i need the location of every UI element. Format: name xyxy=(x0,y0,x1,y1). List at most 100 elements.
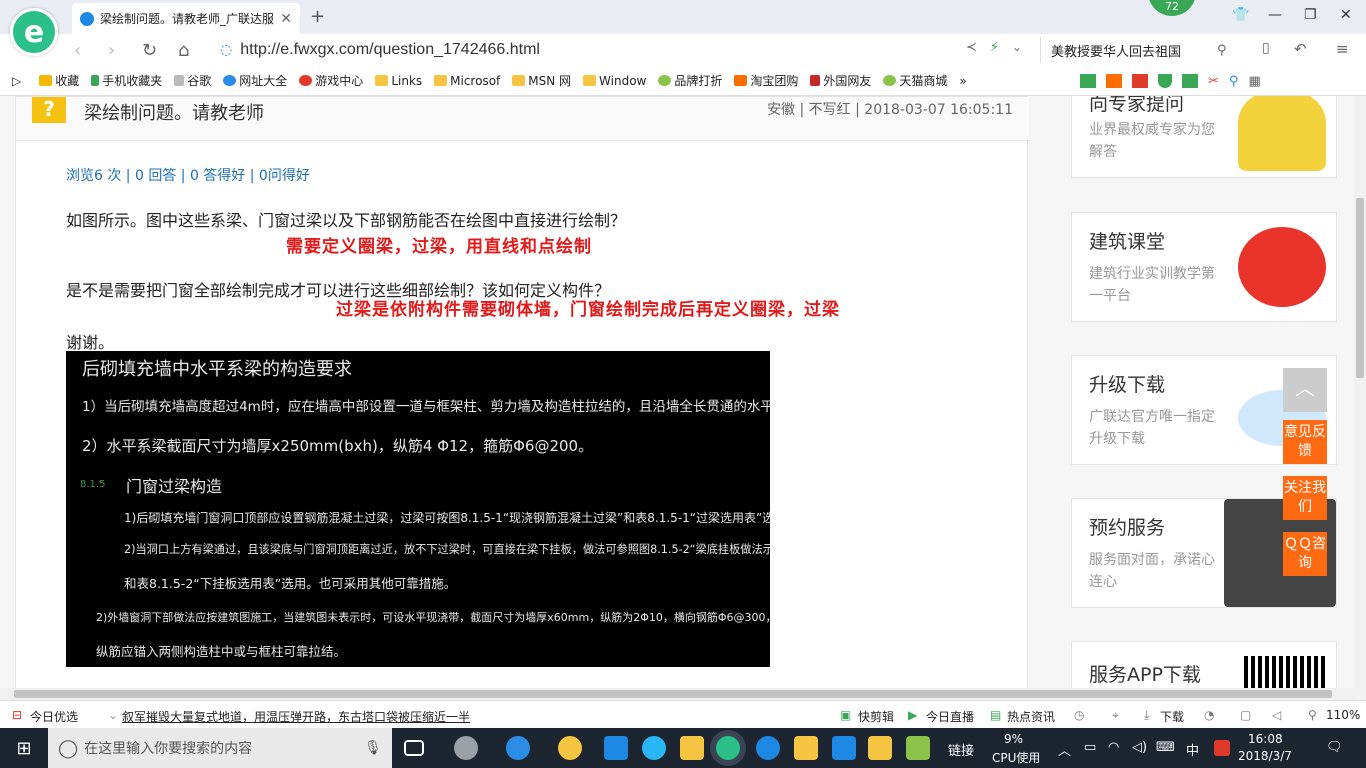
url-text[interactable]: http://e.fwxgx.com/question_1742466.html xyxy=(240,41,540,59)
menu-icon[interactable]: ≡ xyxy=(1336,40,1349,58)
chevron-down-icon[interactable]: ⌄ xyxy=(1012,40,1022,54)
browser-logo-icon[interactable]: e xyxy=(10,8,58,56)
building-class-card[interactable]: 建筑课堂 建筑行业实训教学第一平台 xyxy=(1071,212,1337,322)
volume-icon[interactable]: ◁ xyxy=(1272,708,1281,722)
bookmark-item[interactable]: 天猫商城 xyxy=(883,72,947,89)
taskbar-search[interactable]: ◯ 在这里输入你要搜索的内容 🎙 xyxy=(48,728,392,768)
back-icon[interactable]: ‹ xyxy=(74,40,81,61)
ask-expert-card[interactable]: 向专家提问 业界最权威专家为您解答 xyxy=(1071,96,1337,178)
question-stats[interactable]: 浏览6 次 | 0 回答 | 0 答得好 | 0问得好 xyxy=(66,165,310,185)
refresh-icon[interactable]: ↻ xyxy=(142,40,157,61)
file-explorer-icon[interactable] xyxy=(680,736,704,760)
hot-news-link[interactable]: 热点资讯 xyxy=(1007,708,1055,725)
search-input[interactable]: 美教授要华人回去祖国 xyxy=(1051,41,1181,60)
minimize-button[interactable]: — xyxy=(1268,7,1282,23)
app-icon[interactable] xyxy=(756,736,780,760)
clock-time[interactable]: 16:08 xyxy=(1248,732,1283,746)
bookmark-item[interactable]: 淘宝团购 xyxy=(734,72,798,89)
task-view-icon[interactable] xyxy=(404,740,424,756)
vertical-scrollbar[interactable] xyxy=(1354,96,1366,688)
wifi-icon[interactable]: ◠ xyxy=(1108,740,1119,755)
bookmark-folder[interactable]: Microsof xyxy=(434,74,500,88)
bookmark-item[interactable]: 手机收藏夹 xyxy=(91,72,162,89)
follow-us-button[interactable]: 关注我们 xyxy=(1283,476,1327,520)
more-bookmarks-icon[interactable]: » xyxy=(959,74,966,88)
volume-icon[interactable]: ◁) xyxy=(1132,740,1147,755)
speed-icon[interactable]: ⚡ xyxy=(990,40,999,55)
address-bar[interactable]: ◌ http://e.fwxgx.com/question_1742466.ht… xyxy=(220,37,1030,63)
bookmark-folder[interactable]: Window xyxy=(583,74,646,88)
search-box[interactable]: 美教授要华人回去祖国 ⚲ xyxy=(1040,37,1240,63)
grid-icon[interactable]: ▦ xyxy=(1248,74,1260,89)
phone-icon[interactable]: ▯ xyxy=(1262,40,1270,56)
extension-icon[interactable] xyxy=(1132,74,1148,88)
qq-consult-button[interactable]: ＱＱ咨询 xyxy=(1283,532,1327,576)
live-link[interactable]: 今日直播 xyxy=(926,708,974,725)
app-icon[interactable] xyxy=(906,736,930,760)
bookmark-item[interactable]: 收藏 xyxy=(39,72,79,89)
share-icon[interactable]: ≺ xyxy=(966,40,977,55)
bookmark-folder[interactable]: MSN 网 xyxy=(512,72,571,89)
quick-clip-link[interactable]: 快剪辑 xyxy=(858,708,894,725)
windows-start-icon[interactable]: ⊞ xyxy=(0,728,48,768)
bookmark-item[interactable]: 谷歌 xyxy=(174,72,211,89)
chevron-up-icon[interactable]: ︿ xyxy=(1058,740,1071,759)
link-toolbar[interactable]: 链接 xyxy=(948,740,974,759)
feedback-button[interactable]: 意见反馈 xyxy=(1283,420,1327,464)
bookmark-item[interactable]: 游戏中心 xyxy=(299,72,363,89)
scissors-icon[interactable]: ✂ xyxy=(1208,74,1219,89)
shirt-icon[interactable]: 👕 xyxy=(1232,7,1249,23)
bookmark-folder[interactable]: Links xyxy=(375,74,422,88)
bookmark-item[interactable]: 外国网友 xyxy=(810,72,871,89)
horizontal-scrollbar[interactable] xyxy=(0,688,1354,700)
search-tool-icon[interactable]: ⚲ xyxy=(1229,74,1239,89)
battery-icon[interactable]: ▭ xyxy=(1084,740,1096,755)
bookmark-item[interactable]: 网址大全 xyxy=(223,72,287,89)
clock-date[interactable]: 2018/3/7 xyxy=(1238,749,1292,763)
home-icon[interactable]: ⌂ xyxy=(178,40,189,61)
ime-indicator[interactable]: 中 xyxy=(1186,740,1199,759)
chevron-down-icon: ⌄ xyxy=(108,708,119,722)
bookmark-item[interactable]: 品牌打折 xyxy=(658,72,722,89)
extension-icon[interactable] xyxy=(1106,74,1122,88)
extension-icon[interactable] xyxy=(1080,74,1096,88)
sidebar-toggle-icon[interactable]: ▷ xyxy=(12,74,21,88)
ie-icon[interactable] xyxy=(642,736,666,760)
microphone-icon[interactable]: 🎙 xyxy=(364,740,382,756)
help-app-icon[interactable] xyxy=(868,736,892,760)
browser-app-icon[interactable] xyxy=(506,736,530,760)
history-icon[interactable]: ◔ xyxy=(1204,708,1214,722)
search-icon[interactable]: ⚲ xyxy=(1217,43,1227,58)
download-link[interactable]: 下载 xyxy=(1160,708,1184,725)
new-tab-button[interactable]: + xyxy=(310,6,325,27)
edge-icon[interactable] xyxy=(604,736,628,760)
app-icon[interactable] xyxy=(558,736,582,760)
app-icon[interactable] xyxy=(454,736,478,760)
close-window-button[interactable]: ✕ xyxy=(1340,7,1352,23)
window-icon[interactable]: ▢ xyxy=(1240,708,1251,722)
notification-badge[interactable]: 72 xyxy=(1148,0,1196,16)
zoom-level[interactable]: 110% xyxy=(1326,708,1360,722)
app-icon[interactable] xyxy=(832,736,856,760)
browser-tab[interactable]: 梁绘制问题。请教老师_广联达服 ✕ xyxy=(72,3,300,34)
news-ticker-link[interactable]: 叙军摧毁大量复式地道，用温压弹开路，东古塔口袋被压缩近一半 xyxy=(122,708,470,725)
sogou-icon[interactable] xyxy=(1214,740,1230,756)
active-browser-icon[interactable] xyxy=(716,736,740,760)
shield-icon[interactable] xyxy=(1158,74,1172,88)
translate-icon[interactable] xyxy=(1182,74,1198,88)
scrollbar-thumb[interactable] xyxy=(14,690,1332,698)
notes-icon[interactable] xyxy=(794,736,818,760)
app-download-card[interactable]: 服务APP下载 xyxy=(1071,641,1337,688)
speed-dial-icon[interactable]: ◷ xyxy=(1074,708,1084,722)
maximize-button[interactable]: ❐ xyxy=(1304,7,1317,23)
keyboard-icon[interactable]: ⌨ xyxy=(1156,740,1175,755)
close-tab-icon[interactable]: ✕ xyxy=(280,11,292,27)
scrollbar-thumb[interactable] xyxy=(1356,198,1364,378)
today-pick-link[interactable]: 今日优选 xyxy=(30,708,78,725)
forward-icon[interactable]: › xyxy=(108,40,115,61)
taskbar-search-input[interactable]: 在这里输入你要搜索的内容 xyxy=(84,738,252,758)
notification-icon[interactable]: 🗨 xyxy=(1326,740,1343,755)
undo-icon[interactable]: ↶ xyxy=(1294,40,1307,58)
pin-icon[interactable]: ⌖ xyxy=(1112,708,1119,723)
back-to-top-button[interactable]: ︿ xyxy=(1283,368,1327,412)
